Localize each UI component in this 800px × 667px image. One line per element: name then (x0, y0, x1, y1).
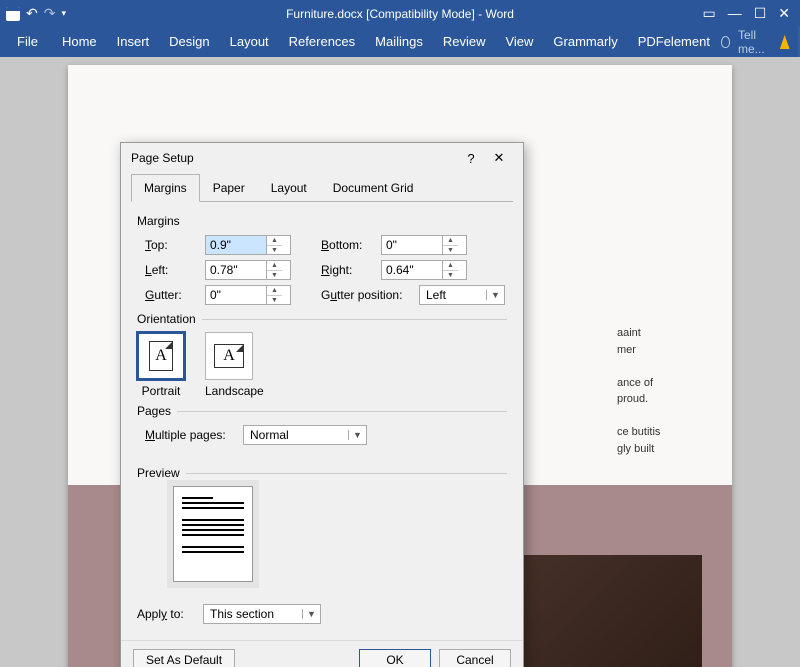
orientation-group: Orientation Portrait Landscape (137, 312, 507, 398)
orientation-portrait[interactable]: Portrait (137, 332, 185, 398)
multiple-pages-label: Multiple pages: (145, 428, 235, 442)
title-bar: ↶ ↷ ▾ Furniture.docx [Compatibility Mode… (0, 0, 800, 27)
tab-view[interactable]: View (496, 27, 542, 57)
tab-layout[interactable]: Layout (221, 27, 278, 57)
tab-grammarly[interactable]: Grammarly (544, 27, 626, 57)
ok-button[interactable]: OK (359, 649, 431, 667)
tab-review[interactable]: Review (434, 27, 495, 57)
preview-group-title: Preview (137, 466, 507, 480)
spinner-down-icon[interactable]: ▼ (443, 271, 458, 280)
ribbon: File Home Insert Design Layout Reference… (0, 27, 800, 57)
maximize-icon[interactable]: ☐ (754, 5, 767, 22)
redo-icon[interactable]: ↷ (44, 5, 56, 22)
minimize-icon[interactable]: — (728, 5, 742, 22)
set-as-default-button[interactable]: Set As Default (133, 649, 235, 667)
spinner-up-icon[interactable]: ▲ (443, 236, 458, 246)
spinner-up-icon[interactable]: ▲ (267, 261, 282, 271)
pages-group: Pages Multiple pages: Normal▼ (137, 404, 507, 446)
chevron-down-icon[interactable]: ▼ (486, 290, 504, 300)
window-title: Furniture.docx [Compatibility Mode] - Wo… (286, 7, 514, 21)
dialog-titlebar: Page Setup ? ✕ (121, 143, 523, 173)
tab-pdfelement[interactable]: PDFelement (629, 27, 719, 57)
chevron-down-icon[interactable]: ▼ (348, 430, 366, 440)
orientation-landscape[interactable]: Landscape (205, 332, 264, 398)
dialog-tab-margins[interactable]: Margins (131, 174, 200, 202)
dialog-title: Page Setup (131, 151, 457, 165)
bottom-label: Bottom: (321, 238, 373, 252)
spinner-down-icon[interactable]: ▼ (267, 271, 282, 280)
lightbulb-icon (721, 36, 730, 48)
orientation-group-title: Orientation (137, 312, 507, 326)
dialog-tab-document-grid[interactable]: Document Grid (320, 174, 427, 202)
left-margin-input[interactable]: ▲▼ (205, 260, 291, 280)
chevron-down-icon[interactable]: ▼ (302, 609, 320, 619)
spinner-down-icon[interactable]: ▼ (443, 246, 458, 255)
landscape-label: Landscape (205, 384, 264, 398)
warning-icon[interactable] (780, 35, 790, 49)
gutter-position-dropdown[interactable]: Left▼ (419, 285, 505, 305)
tab-file[interactable]: File (8, 27, 47, 57)
multiple-pages-dropdown[interactable]: Normal▼ (243, 425, 367, 445)
dialog-body: Margins Top: ▲▼ Bottom: ▲▼ Left: ▲▼ Righ… (121, 202, 523, 640)
dialog-close-button[interactable]: ✕ (485, 150, 513, 166)
document-body-text: aaint mer ance of proud. ce butitis gly … (617, 325, 717, 457)
apply-to-dropdown[interactable]: This section▼ (203, 604, 321, 624)
gutter-label: Gutter: (145, 288, 197, 302)
cancel-button[interactable]: Cancel (439, 649, 511, 667)
document-area: aaint mer ance of proud. ce butitis gly … (0, 57, 800, 667)
undo-icon[interactable]: ↶ (26, 5, 38, 22)
dialog-tab-paper[interactable]: Paper (200, 174, 258, 202)
preview-thumbnail (173, 486, 253, 582)
tab-home[interactable]: Home (53, 27, 106, 57)
landscape-page-icon (214, 344, 244, 368)
tell-me-search[interactable]: Tell me... (738, 28, 772, 56)
dialog-footer: Set As Default OK Cancel (121, 640, 523, 667)
gutter-position-label: Gutter position: (321, 288, 411, 302)
tab-design[interactable]: Design (160, 27, 218, 57)
tab-insert[interactable]: Insert (108, 27, 159, 57)
qat-dropdown-icon[interactable]: ▾ (61, 8, 66, 19)
quick-access-toolbar: ↶ ↷ ▾ (0, 5, 72, 22)
spinner-down-icon[interactable]: ▼ (267, 246, 282, 255)
close-icon[interactable]: ✕ (778, 5, 790, 22)
ribbon-options-icon[interactable]: ▭ (702, 5, 715, 22)
bottom-margin-input[interactable]: ▲▼ (381, 235, 467, 255)
apply-to-row: Apply to: This section▼ (137, 603, 507, 625)
apply-to-label: Apply to: (137, 607, 195, 621)
tab-references[interactable]: References (280, 27, 364, 57)
pages-group-title: Pages (137, 404, 507, 418)
right-margin-input[interactable]: ▲▼ (381, 260, 467, 280)
right-label: Right: (321, 263, 373, 277)
spinner-up-icon[interactable]: ▲ (267, 236, 282, 246)
spinner-down-icon[interactable]: ▼ (267, 296, 282, 305)
portrait-page-icon (149, 341, 173, 371)
help-button[interactable]: ? (457, 151, 485, 166)
gutter-input[interactable]: ▲▼ (205, 285, 291, 305)
portrait-label: Portrait (137, 384, 185, 398)
tab-mailings[interactable]: Mailings (366, 27, 432, 57)
top-label: Top: (145, 238, 197, 252)
top-margin-input[interactable]: ▲▼ (205, 235, 291, 255)
margins-group-title: Margins (137, 214, 507, 228)
spinner-up-icon[interactable]: ▲ (267, 286, 282, 296)
preview-group: Preview (137, 466, 507, 582)
left-label: Left: (145, 263, 197, 277)
spinner-up-icon[interactable]: ▲ (443, 261, 458, 271)
dialog-tabs: Margins Paper Layout Document Grid (131, 173, 513, 202)
save-icon[interactable] (6, 7, 20, 21)
page-setup-dialog: Page Setup ? ✕ Margins Paper Layout Docu… (120, 142, 524, 667)
dialog-tab-layout[interactable]: Layout (258, 174, 320, 202)
window-controls: ▭ — ☐ ✕ (692, 5, 800, 22)
margins-group: Margins Top: ▲▼ Bottom: ▲▼ Left: ▲▼ Righ… (137, 214, 507, 306)
